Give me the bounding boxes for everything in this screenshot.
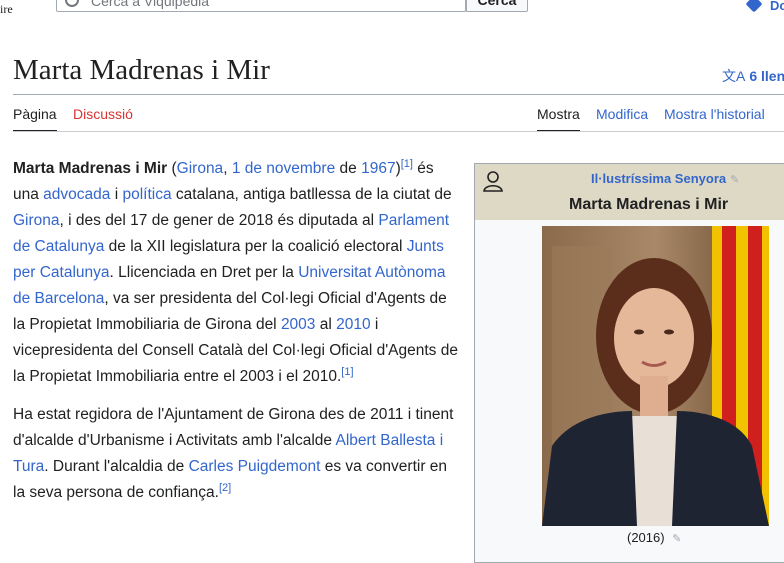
infobox-header: Il·lustríssima Senyora ✎ Marta Madrenas i… [475, 164, 784, 220]
translate-icon: 文A [722, 68, 746, 84]
citation-ref[interactable]: [2] [219, 482, 231, 494]
text-run: . Durant l'alcaldia de [44, 458, 189, 475]
wikipedia-wordmark[interactable]: ire [0, 2, 13, 17]
search-icon [65, 0, 79, 7]
donate-icon[interactable] [745, 0, 763, 13]
article-link[interactable]: 1967 [361, 160, 395, 177]
tab-history[interactable]: Mostra l'historial [664, 106, 765, 122]
article-link[interactable]: Girona [177, 160, 224, 177]
portrait-photo[interactable] [542, 226, 769, 526]
article-link[interactable]: 2010 [336, 316, 370, 333]
search-input[interactable]: Cerca a Viquipèdia [56, 0, 466, 12]
donate-link[interactable]: Do [770, 0, 784, 13]
site-header: ire Cerca a Viquipèdia Cerca Do [0, 0, 784, 17]
text-run: de la XII legislatura per la coalició el… [104, 238, 407, 255]
edit-pencil-icon[interactable]: ✎ [730, 174, 739, 186]
article-link[interactable]: Girona [13, 212, 60, 229]
article-subject: Marta Madrenas i Mir [13, 160, 168, 177]
text-run: ( [167, 160, 177, 177]
article-link[interactable]: advocada [43, 186, 110, 203]
search-button[interactable]: Cerca [466, 0, 528, 12]
text-run: i [110, 186, 123, 203]
infobox-role[interactable]: Il·lustríssima Senyora ✎ [591, 171, 739, 186]
text-run: , [223, 160, 232, 177]
article-link[interactable]: 1 de novembre [232, 160, 335, 177]
infobox-role-label: Il·lustríssima Senyora [591, 171, 727, 186]
tab-discussion[interactable]: Discussió [73, 106, 133, 122]
citation-ref[interactable]: [1] [341, 366, 353, 378]
photo-caption-text: (2016) [627, 530, 665, 545]
page-tabs: Pàgina Discussió Mostra Modifica Mostra … [0, 106, 784, 132]
citation-ref[interactable]: [1] [401, 158, 413, 170]
page-title: Marta Madrenas i Mir [13, 54, 270, 86]
paragraph-career: Ha estat regidora de l'Ajuntament de Gir… [13, 402, 458, 506]
text-run: catalana, antiga batllessa de la ciutat … [171, 186, 452, 203]
article-link[interactable]: 2003 [281, 316, 315, 333]
article-link[interactable]: Carles Puigdemont [189, 458, 321, 475]
tab-page[interactable]: Pàgina [13, 106, 57, 132]
title-divider [13, 94, 784, 95]
text-run: al [315, 316, 337, 333]
infobox: Il·lustríssima Senyora ✎ Marta Madrenas i… [474, 163, 784, 563]
tab-edit[interactable]: Modifica [596, 106, 648, 122]
text-run: . Llicenciada en Dret per la [109, 264, 299, 281]
caption-edit-pencil-icon[interactable]: ✎ [672, 533, 681, 545]
person-icon [483, 171, 503, 192]
search-placeholder: Cerca a Viquipèdia [91, 0, 210, 9]
text-run: de [335, 160, 362, 177]
article-link[interactable]: política [122, 186, 171, 203]
language-count: 6 llen [749, 68, 784, 84]
tabs-divider [13, 131, 784, 132]
text-run: , i des del 17 de gener de 2018 és diput… [59, 212, 379, 229]
tab-read[interactable]: Mostra [537, 106, 580, 132]
photo-caption: (2016) ✎ [627, 530, 681, 545]
article-body: Marta Madrenas i Mir (Girona, 1 de novem… [13, 156, 458, 518]
infobox-name: Marta Madrenas i Mir [569, 196, 729, 213]
language-button[interactable]: 文A 6 llen [722, 66, 784, 86]
paragraph-intro: Marta Madrenas i Mir (Girona, 1 de novem… [13, 156, 458, 390]
